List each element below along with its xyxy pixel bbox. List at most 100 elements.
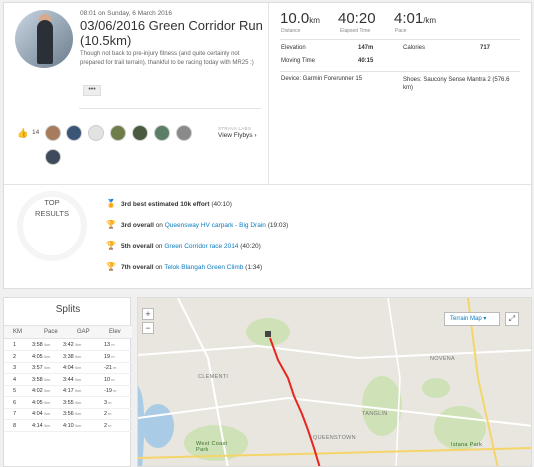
split-pace: 3:57 /km bbox=[32, 365, 51, 371]
split-km: 6 bbox=[13, 399, 17, 406]
moving-time-label: Moving Time bbox=[281, 58, 316, 64]
achievement-item: 🏆 5th overall on Green Corridor race 2014… bbox=[106, 241, 261, 250]
kudos-avatar[interactable] bbox=[45, 149, 61, 165]
split-gap: 3:38 /km bbox=[63, 353, 82, 360]
split-elev: 19 m bbox=[104, 353, 115, 360]
achievement-item: 🏅 3rd best estimated 10k effort (40:10) bbox=[106, 199, 232, 208]
splits-row: 5 4:02 /km 4:17 /km -19 m bbox=[4, 386, 132, 397]
split-pace: 4:05 /km bbox=[32, 399, 51, 406]
start-marker[interactable] bbox=[265, 331, 271, 337]
split-km: 2 bbox=[13, 353, 17, 360]
calories-label: Calories bbox=[403, 45, 426, 51]
achievement-item: 🏆 3rd overall on Queensway HV carpark - B… bbox=[106, 220, 289, 229]
split-gap: 4:10 /km bbox=[63, 422, 82, 429]
split-pace: 3:58 /km bbox=[32, 342, 51, 348]
medal-icon: 🏅 bbox=[106, 199, 116, 208]
top-results-heading: TOP RESULTS bbox=[34, 198, 70, 218]
achievement-item: 🏆 7th overall on Telok Blangah Green Clim… bbox=[106, 262, 263, 271]
splits-row: 6 4:05 /km 3:55 /km 3 m bbox=[4, 398, 132, 409]
kudos-avatar[interactable] bbox=[88, 125, 104, 141]
elevation-value: 147m bbox=[358, 45, 374, 51]
more-button[interactable]: ••• bbox=[83, 85, 101, 96]
split-km: 5 bbox=[13, 388, 17, 394]
divider bbox=[4, 184, 533, 185]
route-map[interactable]: + − Terrain Map ▾ ⤢ CLEMENTI NOVENA TANG… bbox=[137, 297, 532, 467]
map-label-tanglin: TANGLIN bbox=[362, 411, 388, 417]
activity-description: Though not back to pre-injury fitness (a… bbox=[80, 51, 254, 66]
map-label-clementi: CLEMENTI bbox=[198, 374, 229, 380]
splits-row: 1 3:58 /km 3:42 /km 13 m bbox=[4, 340, 132, 351]
splits-header-km: KM bbox=[13, 329, 22, 335]
kudos-avatar[interactable] bbox=[132, 125, 148, 141]
athlete-avatar[interactable] bbox=[15, 10, 73, 68]
kudos-avatar[interactable] bbox=[110, 125, 126, 141]
divider bbox=[280, 39, 520, 40]
kudos-avatar[interactable] bbox=[176, 125, 192, 141]
pace-value: 4:01/km bbox=[394, 10, 437, 27]
split-gap: 3:56 /km bbox=[63, 411, 82, 417]
trophy-icon: 🏆 bbox=[106, 241, 116, 250]
split-elev: 10 m bbox=[104, 376, 115, 383]
segment-link[interactable]: Telok Blangah Green Climb bbox=[164, 264, 243, 271]
splits-header-row: KM Pace GAP Elev bbox=[4, 325, 132, 339]
zoom-in-button[interactable]: + bbox=[142, 308, 154, 320]
split-km: 7 bbox=[13, 411, 17, 417]
park-area bbox=[422, 378, 450, 398]
fullscreen-icon[interactable]: ⤢ bbox=[505, 312, 519, 326]
calories-value: 717 bbox=[480, 45, 491, 51]
kudos-icon[interactable]: 👍 bbox=[17, 128, 28, 139]
splits-row: 7 4:04 /km 3:56 /km 2 m bbox=[4, 409, 132, 420]
split-gap: 3:55 /km bbox=[63, 399, 82, 406]
map-label-istana-park: Istana Park bbox=[451, 442, 483, 448]
activity-card: 08:01 on Sunday, 6 March 2016 03/06/2016… bbox=[3, 2, 533, 289]
split-elev: 3 m bbox=[104, 399, 112, 406]
kudos-avatar[interactable] bbox=[45, 125, 61, 141]
view-flybys-link[interactable]: View Flybys › bbox=[218, 132, 257, 139]
elapsed-label: Elapsed Time bbox=[340, 28, 371, 34]
splits-panel: Splits KM Pace GAP Elev 1 3:58 /km 3:42 /k… bbox=[3, 297, 132, 467]
split-pace: 4:14 /km bbox=[32, 422, 51, 429]
park-area bbox=[362, 376, 402, 436]
splits-header-elev: Elev bbox=[109, 329, 121, 335]
flybys-caption: STRAVA LABS bbox=[218, 126, 252, 131]
split-gap: 3:42 /km bbox=[63, 342, 82, 348]
splits-header-gap: GAP bbox=[77, 329, 90, 335]
split-km: 3 bbox=[13, 365, 17, 371]
zoom-out-button[interactable]: − bbox=[142, 322, 154, 334]
elevation-label: Elevation bbox=[281, 45, 306, 51]
water-area bbox=[142, 404, 174, 448]
kudos-count[interactable]: 14 bbox=[32, 129, 39, 136]
terrain-map-dropdown[interactable]: Terrain Map ▾ bbox=[444, 312, 500, 326]
trophy-icon: 🏆 bbox=[106, 220, 116, 229]
kudos-avatar[interactable] bbox=[154, 125, 170, 141]
split-pace: 4:02 /km bbox=[32, 388, 51, 394]
split-elev: -21 m bbox=[104, 365, 117, 371]
activity-title: 03/06/2016 Green Corridor Run (10.5km) bbox=[80, 18, 263, 48]
splits-row: 8 4:14 /km 4:10 /km 2 m bbox=[4, 421, 132, 432]
splits-header-pace: Pace bbox=[44, 329, 58, 335]
divider bbox=[280, 71, 520, 72]
splits-title: Splits bbox=[55, 304, 81, 315]
segment-link[interactable]: Queensway HV carpark - Big Drain bbox=[165, 222, 266, 229]
split-pace: 3:58 /km bbox=[32, 376, 51, 383]
distance-value: 10.0km bbox=[280, 10, 320, 27]
split-elev: 13 m bbox=[104, 342, 115, 348]
kudos-avatar[interactable] bbox=[66, 125, 82, 141]
splits-row: 4 3:58 /km 3:44 /km 10 m bbox=[4, 375, 132, 386]
split-gap: 4:04 /km bbox=[63, 365, 82, 371]
split-km: 1 bbox=[13, 342, 17, 348]
split-elev: 2 m bbox=[104, 411, 112, 417]
split-km: 4 bbox=[13, 376, 17, 383]
split-elev: -19 m bbox=[104, 388, 117, 394]
split-pace: 4:04 /km bbox=[32, 411, 51, 417]
map-label-west-coast-park: West Coast Park bbox=[196, 441, 228, 453]
split-elev: 2 m bbox=[104, 422, 112, 429]
splits-row: 3 3:57 /km 4:04 /km -21 m bbox=[4, 363, 132, 374]
split-pace: 4:05 /km bbox=[32, 353, 51, 360]
divider bbox=[79, 108, 261, 109]
segment-link[interactable]: Green Corridor race 2014 bbox=[164, 243, 238, 250]
splits-row: 2 4:05 /km 3:38 /km 19 m bbox=[4, 352, 132, 363]
shoes-info: Shoes: Saucony Sense Mantra 2 (576.6 km) bbox=[403, 77, 510, 91]
device-info: Device: Garmin Forerunner 15 bbox=[281, 76, 363, 82]
trophy-icon: 🏆 bbox=[106, 262, 116, 271]
